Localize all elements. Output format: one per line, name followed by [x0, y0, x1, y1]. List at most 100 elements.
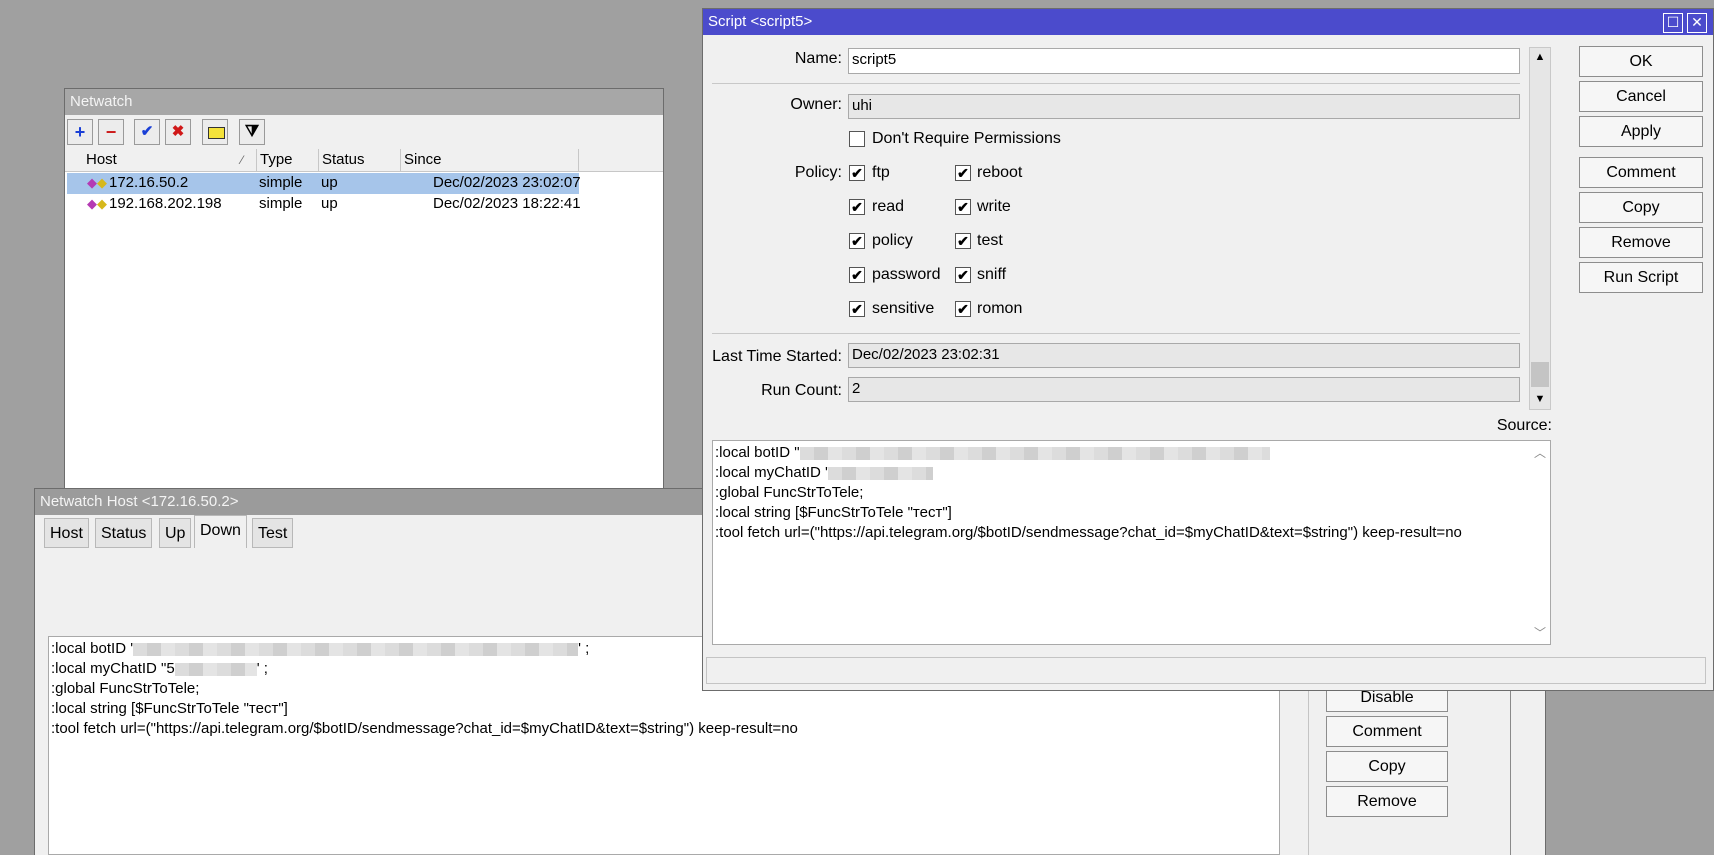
- add-icon[interactable]: +: [67, 119, 93, 145]
- policy-read-label: read: [872, 198, 905, 215]
- script-titlebar[interactable]: Script <script5>: [703, 9, 1713, 35]
- folder-shape: [208, 127, 225, 139]
- policy-test-label: test: [977, 232, 1003, 249]
- cancel-button[interactable]: Cancel: [1579, 81, 1703, 112]
- copy-button[interactable]: Copy: [1579, 192, 1703, 223]
- netwatch-title: Netwatch: [70, 93, 133, 110]
- run-script-button[interactable]: Run Script: [1579, 262, 1703, 293]
- redacted-chat-id: [174, 662, 257, 676]
- name-label: Name:: [794, 50, 842, 67]
- scroll-thumb[interactable]: [1531, 362, 1549, 387]
- col-header-status[interactable]: Status: [319, 149, 401, 171]
- policy-policy-checkbox[interactable]: ✔: [849, 233, 865, 249]
- remove-button[interactable]: Remove: [1326, 786, 1448, 817]
- policy-romon-label: romon: [977, 300, 1023, 317]
- redacted-chat-id: [827, 466, 933, 480]
- host-window-title: Netwatch Host <172.16.50.2>: [40, 493, 239, 510]
- row-since: Dec/02/2023 18:22:41: [433, 195, 581, 212]
- row-status: up: [321, 174, 338, 191]
- policy-romon-checkbox[interactable]: ✔: [955, 301, 971, 317]
- col-header-type[interactable]: Type: [257, 149, 319, 171]
- disable-icon[interactable]: ✖: [165, 119, 191, 145]
- row-status: up: [321, 195, 338, 212]
- filter-icon[interactable]: ⧩: [239, 119, 265, 145]
- policy-sensitive-checkbox[interactable]: ✔: [849, 301, 865, 317]
- policy-reboot-checkbox[interactable]: ✔: [955, 165, 971, 181]
- source-scroll-down-icon[interactable]: ﹀: [1532, 624, 1548, 641]
- scroll-up-arrow-icon[interactable]: ▲: [1532, 49, 1548, 65]
- separator: [712, 333, 1520, 334]
- policy-password-label: password: [872, 266, 941, 283]
- copy-button[interactable]: Copy: [1326, 751, 1448, 782]
- table-row[interactable]: ◆◆ 172.16.50.2 simple up Dec/02/2023 23:…: [67, 173, 581, 194]
- host-code-line-4: :local string [$FuncStrToTele "тест"]: [51, 700, 288, 717]
- source-code-line-5: :tool fetch url=("https://api.telegram.o…: [715, 524, 1462, 541]
- remove-button[interactable]: Remove: [1579, 227, 1703, 258]
- last-time-started-field: Dec/02/2023 23:02:31: [848, 343, 1520, 368]
- source-scroll-up-icon[interactable]: ︿: [1532, 444, 1548, 461]
- host-code-line-2: :local myChatID "5 ' ;: [51, 660, 268, 677]
- row-type: simple: [259, 195, 303, 212]
- table-row[interactable]: ◆◆ 192.168.202.198 simple up Dec/02/2023…: [67, 194, 581, 215]
- row-host: 172.16.50.2: [109, 174, 189, 191]
- close-icon[interactable]: ✕: [1687, 13, 1707, 33]
- policy-test-checkbox[interactable]: ✔: [955, 233, 971, 249]
- policy-label: Policy:: [794, 164, 842, 181]
- host-icon: ◆◆: [87, 175, 107, 190]
- redacted-token: [799, 446, 1270, 460]
- tab-test[interactable]: Test: [252, 518, 294, 548]
- source-code-line-1: :local botID ": [715, 444, 1270, 462]
- source-code-line-4: :local string [$FuncStrToTele "тест"]: [715, 504, 952, 521]
- col-header-since[interactable]: Since: [401, 149, 579, 171]
- netwatch-titlebar[interactable]: Netwatch: [65, 89, 663, 115]
- owner-label: Owner:: [790, 96, 842, 113]
- tab-status[interactable]: Status: [95, 518, 153, 548]
- remove-icon[interactable]: −: [98, 119, 124, 145]
- source-code-line-3: :global FuncStrToTele;: [715, 484, 864, 501]
- policy-reboot-label: reboot: [977, 164, 1023, 181]
- row-type: simple: [259, 174, 303, 191]
- row-host: 192.168.202.198: [109, 195, 222, 212]
- last-time-started-label: Last Time Started:: [712, 348, 842, 365]
- host-icon: ◆◆: [87, 196, 107, 211]
- script-title: Script <script5>: [708, 13, 813, 30]
- policy-password-checkbox[interactable]: ✔: [849, 267, 865, 283]
- policy-sniff-label: sniff: [977, 266, 1007, 283]
- policy-write-checkbox[interactable]: ✔: [955, 199, 971, 215]
- source-label: Source:: [1496, 417, 1552, 434]
- tab-up[interactable]: Up: [159, 518, 192, 548]
- comment-icon[interactable]: [202, 119, 228, 145]
- name-field[interactable]: script5: [848, 48, 1520, 74]
- sort-icon: ⁄: [241, 153, 244, 167]
- source-code-line-2: :local myChatID ': [715, 464, 933, 482]
- col-header-host[interactable]: Host ⁄: [83, 149, 257, 171]
- host-code-line-1: :local botID ' ' ;: [51, 640, 590, 657]
- form-scrollbar[interactable]: [1529, 47, 1551, 410]
- ok-button[interactable]: OK: [1579, 46, 1703, 77]
- policy-ftp-label: ftp: [872, 164, 890, 181]
- maximize-icon[interactable]: ☐: [1663, 13, 1683, 33]
- netwatch-window: Netwatch + − ✔ ✖ ⧩ Host ⁄ Type Status Si…: [64, 88, 664, 508]
- host-code-line-5: :tool fetch url=("https://api.telegram.o…: [51, 720, 798, 737]
- host-right-border: [1510, 680, 1511, 855]
- separator: [712, 83, 1520, 84]
- row-since: Dec/02/2023 23:02:07: [433, 174, 581, 191]
- apply-button[interactable]: Apply: [1579, 116, 1703, 147]
- comment-button[interactable]: Comment: [1326, 716, 1448, 747]
- run-count-label: Run Count:: [761, 382, 842, 399]
- tab-host[interactable]: Host: [44, 518, 89, 548]
- policy-ftp-checkbox[interactable]: ✔: [849, 165, 865, 181]
- comment-button[interactable]: Comment: [1579, 157, 1703, 188]
- policy-sensitive-label: sensitive: [872, 300, 935, 317]
- tab-down[interactable]: Down: [194, 515, 247, 548]
- host-code-line-3: :global FuncStrToTele;: [51, 680, 200, 697]
- policy-write-label: write: [977, 198, 1011, 215]
- policy-read-checkbox[interactable]: ✔: [849, 199, 865, 215]
- policy-sniff-checkbox[interactable]: ✔: [955, 267, 971, 283]
- dont-require-permissions-checkbox[interactable]: [849, 131, 865, 147]
- enable-icon[interactable]: ✔: [134, 119, 160, 145]
- scroll-down-arrow-icon[interactable]: ▼: [1532, 391, 1548, 407]
- policy-policy-label: policy: [872, 232, 913, 249]
- redacted-token: [133, 642, 579, 656]
- owner-field: uhi: [848, 94, 1520, 119]
